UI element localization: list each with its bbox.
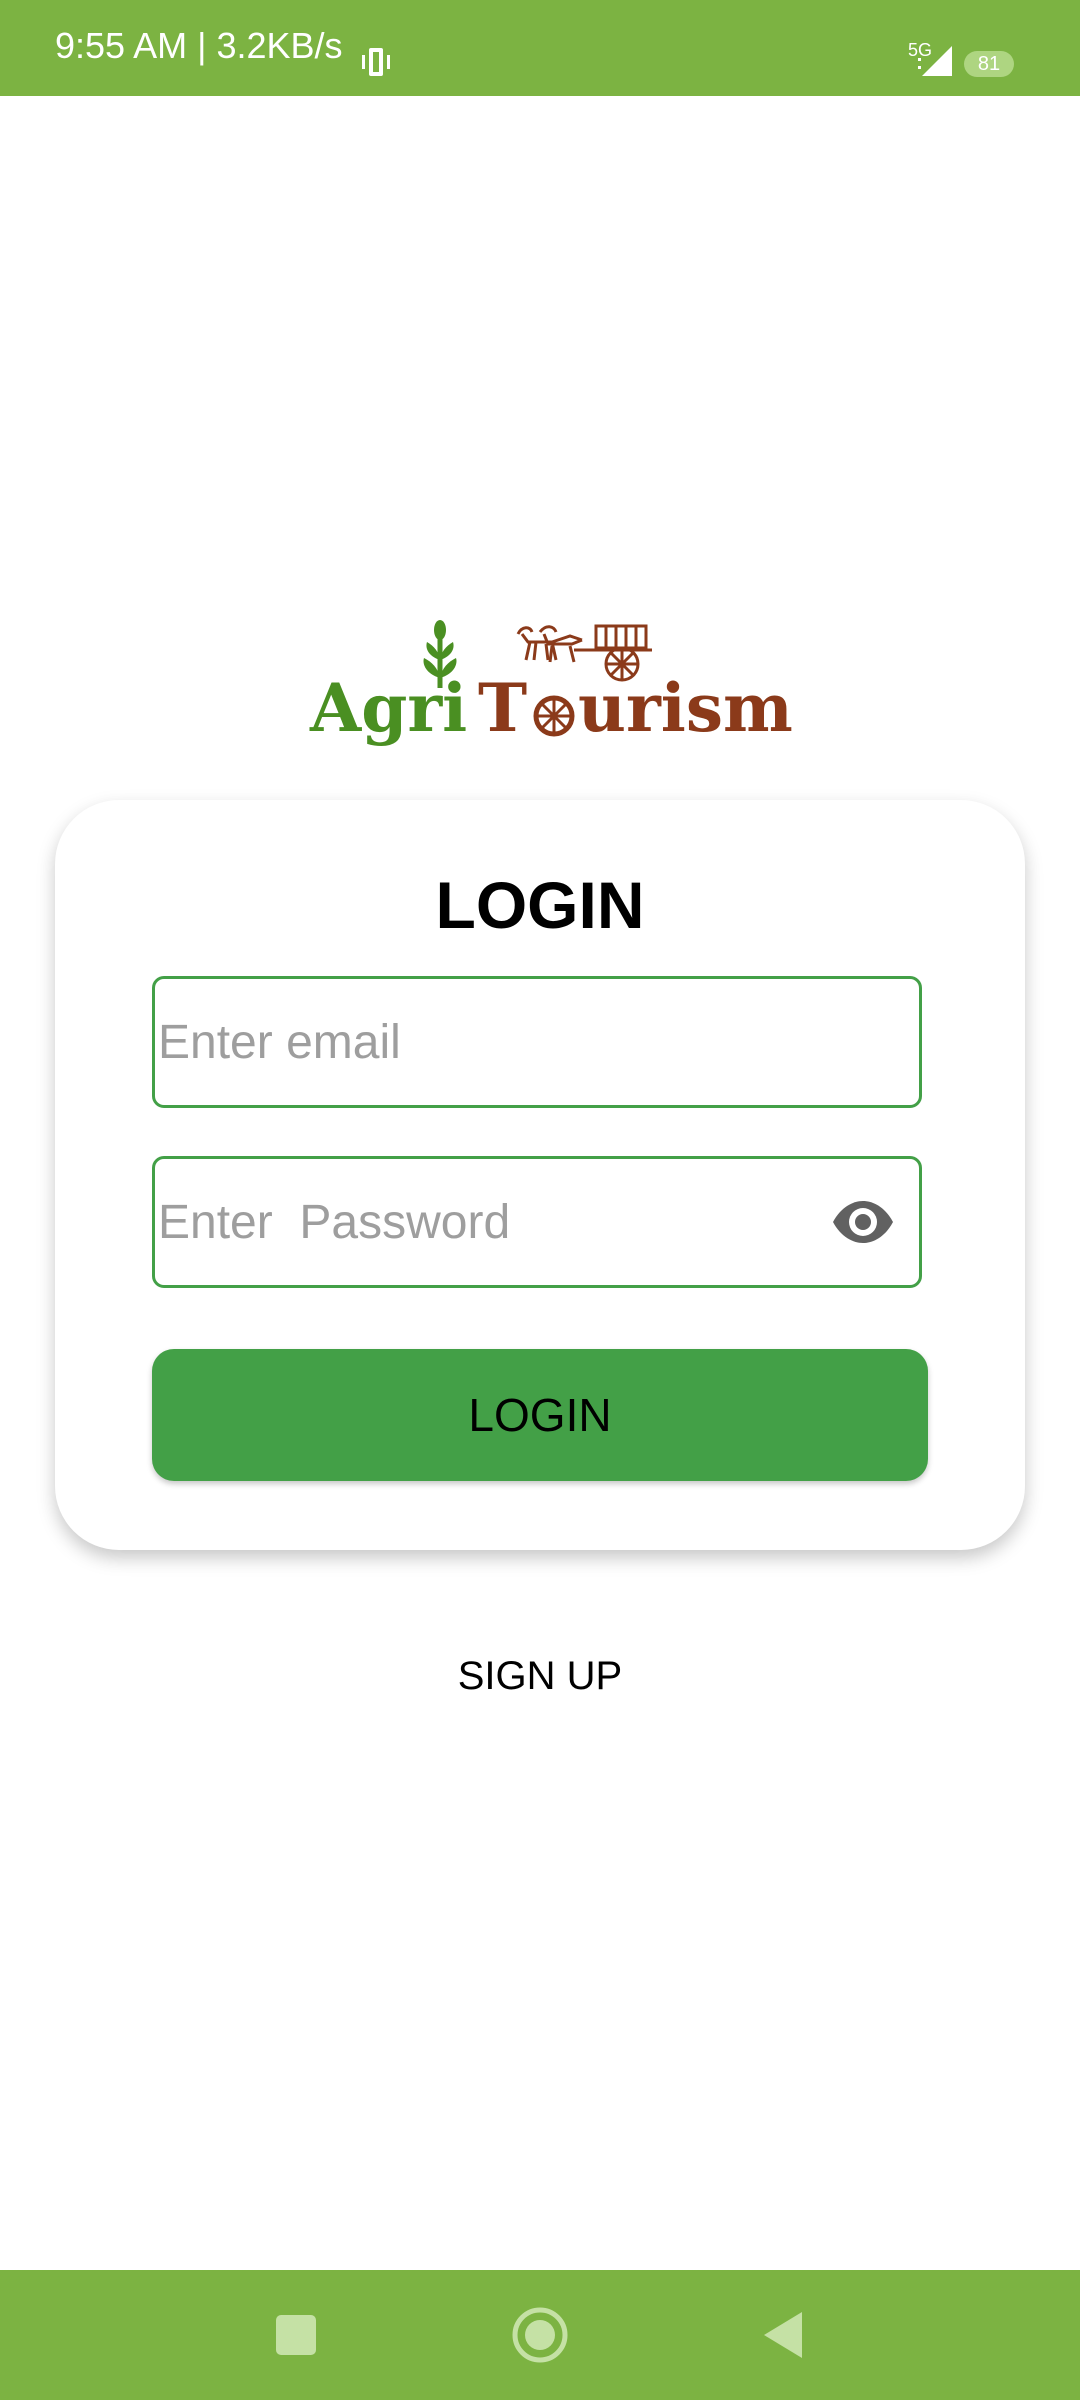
bullock-cart-icon	[516, 624, 652, 682]
sprout-icon	[423, 620, 457, 688]
app-logo: Agri T urism	[300, 610, 793, 750]
status-time: 9:55 AM | 3.2KB/s	[55, 25, 343, 66]
vibrate-icon	[362, 48, 390, 76]
home-button[interactable]	[480, 2270, 600, 2400]
signup-link[interactable]: SIGN UP	[0, 1648, 1080, 1704]
battery-level: 81	[977, 53, 1001, 75]
battery-icon: 81	[964, 51, 1014, 77]
wheel-icon	[533, 695, 575, 737]
recents-button[interactable]	[236, 2270, 356, 2400]
login-title: LOGIN	[435, 868, 645, 942]
circle-home-icon	[512, 2307, 568, 2363]
status-bar: 9:55 AM | 3.2KB/s 5G 81	[0, 0, 1080, 96]
email-field[interactable]	[152, 976, 922, 1108]
email-input[interactable]	[158, 979, 798, 1105]
square-recents-icon	[276, 2315, 316, 2355]
password-field[interactable]	[152, 1156, 922, 1288]
eye-icon[interactable]	[831, 1199, 895, 1245]
password-input[interactable]	[158, 1159, 798, 1285]
signal-icon	[918, 46, 952, 76]
navigation-bar	[0, 2270, 1080, 2400]
triangle-back-icon	[764, 2312, 802, 2358]
back-button[interactable]	[724, 2270, 844, 2400]
login-card: LOGIN LOGIN	[55, 800, 1025, 1550]
login-button[interactable]: LOGIN	[152, 1349, 928, 1481]
